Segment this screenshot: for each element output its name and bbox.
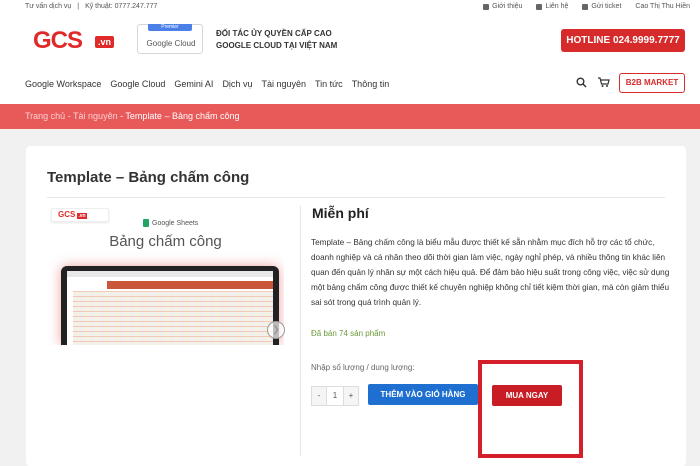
image-logo-text: GCS [58, 210, 76, 219]
image-heading: Bảng chấm công [109, 233, 222, 250]
sheet-header-row [107, 281, 273, 289]
sheet-toolbar [67, 271, 273, 277]
product-price: Miễn phí [312, 205, 369, 221]
sheet-rows [73, 291, 273, 345]
top-bar-left: Tư vấn dịch vụ | Kỹ thuật: 0777.247.777 [25, 3, 161, 10]
nav-item-google-cloud[interactable]: Google Cloud [110, 79, 165, 89]
hotline-button[interactable]: HOTLINE 024.9999.7777 [561, 29, 685, 52]
b2b-market-button[interactable]: B2B MARKET [619, 73, 685, 93]
nav-icons [576, 76, 610, 88]
logo-suffix: .vn [95, 36, 115, 48]
nav-item-news[interactable]: Tin tức [315, 79, 343, 89]
title-divider [47, 197, 665, 198]
breadcrumb-resources[interactable]: Tài nguyên [73, 111, 118, 121]
product-card: Template – Bảng chấm công GCS .vn Google … [26, 146, 686, 466]
next-image-icon[interactable]: ❯ [267, 321, 285, 339]
partner-tagline: ĐỐI TÁC ỦY QUYỀN CẤP CAO GOOGLE CLOUD TẠ… [216, 28, 337, 52]
ticket-label: Gửi ticket [591, 3, 622, 10]
add-to-cart-button[interactable]: THÊM VÀO GIỎ HÀNG [368, 384, 478, 405]
product-image[interactable]: GCS .vn Google Sheets Bảng chấm công [47, 203, 284, 345]
column-divider [300, 206, 301, 456]
product-title: Template – Bảng chấm công [47, 169, 250, 186]
about-label: Giới thiệu [492, 3, 523, 10]
main-nav: Google Workspace Google Cloud Gemini AI … [25, 79, 389, 89]
sold-count: Đã bán 74 sản phẩm [311, 329, 386, 338]
nav-item-google-workspace[interactable]: Google Workspace [25, 79, 101, 89]
cart-icon[interactable] [597, 76, 610, 88]
product-description: Template – Bảng chấm công là biểu mẫu đư… [311, 238, 670, 307]
nav-item-resources[interactable]: Tài nguyên [261, 79, 306, 89]
site-header: GCS .vn Premier Google Cloud ĐỐI TÁC ỦY … [0, 14, 700, 104]
logo-text: GCS [33, 27, 83, 54]
contact-label: Liên hệ [545, 3, 569, 10]
highlight-box [478, 360, 583, 458]
site-logo[interactable]: GCS .vn [33, 27, 123, 55]
nav-item-gemini-ai[interactable]: Gemini AI [174, 79, 213, 89]
image-logo-suffix: .vn [77, 213, 87, 219]
nav-item-services[interactable]: Dịch vụ [222, 79, 252, 89]
user-name: Cao Thị Thu Hiền [635, 3, 690, 10]
user-account-link[interactable]: Cao Thị Thu Hiền [635, 3, 690, 10]
quantity-decrease-button[interactable]: - [312, 387, 326, 405]
breadcrumb-separator: - [65, 111, 74, 121]
laptop-illustration [61, 266, 279, 345]
ticket-icon [582, 3, 589, 10]
image-logo: GCS .vn [51, 208, 109, 222]
quantity-increase-button[interactable]: + [344, 387, 358, 405]
ticket-link[interactable]: Gửi ticket [582, 3, 621, 10]
partner-line-2: GOOGLE CLOUD TẠI VIỆT NAM [216, 41, 338, 50]
top-bar-separator: | [77, 3, 80, 10]
breadcrumb-home[interactable]: Trang chủ [25, 111, 65, 121]
phone-icon [536, 3, 543, 10]
premier-label: Premier [148, 24, 192, 31]
top-bar: Tư vấn dịch vụ | Kỹ thuật: 0777.247.777 … [0, 0, 700, 14]
google-sheets-label: Google Sheets [143, 219, 198, 227]
consult-link[interactable]: Tư vấn dịch vụ [25, 3, 71, 10]
google-cloud-label: Google Cloud [146, 39, 196, 48]
search-icon[interactable] [576, 77, 587, 88]
google-sheets-icon [143, 219, 149, 227]
spreadsheet-preview [67, 271, 273, 345]
tech-hotline-link[interactable]: Kỹ thuật: 0777.247.777 [85, 3, 157, 10]
quantity-label: Nhập số lượng / dung lượng: [311, 363, 415, 372]
partner-line-1: ĐỐI TÁC ỦY QUYỀN CẤP CAO [216, 29, 332, 38]
breadcrumb: Trang chủ - Tài nguyên - Template – Bảng… [0, 104, 700, 129]
contact-link[interactable]: Liên hệ [536, 3, 568, 10]
breadcrumb-current: Template – Bảng chấm công [125, 111, 240, 121]
buy-now-button[interactable]: MUA NGAY [492, 385, 562, 406]
top-bar-right: Giới thiệu Liên hệ Gửi ticket Cao Thị Th… [483, 3, 690, 10]
google-sheets-text: Google Sheets [152, 219, 199, 227]
about-link[interactable]: Giới thiệu [483, 3, 522, 10]
quantity-stepper: - 1 + [311, 386, 359, 406]
info-icon [483, 3, 490, 10]
google-cloud-premier-badge: Premier Google Cloud [137, 24, 203, 54]
quantity-input[interactable]: 1 [326, 387, 344, 405]
nav-item-info[interactable]: Thông tin [352, 79, 390, 89]
